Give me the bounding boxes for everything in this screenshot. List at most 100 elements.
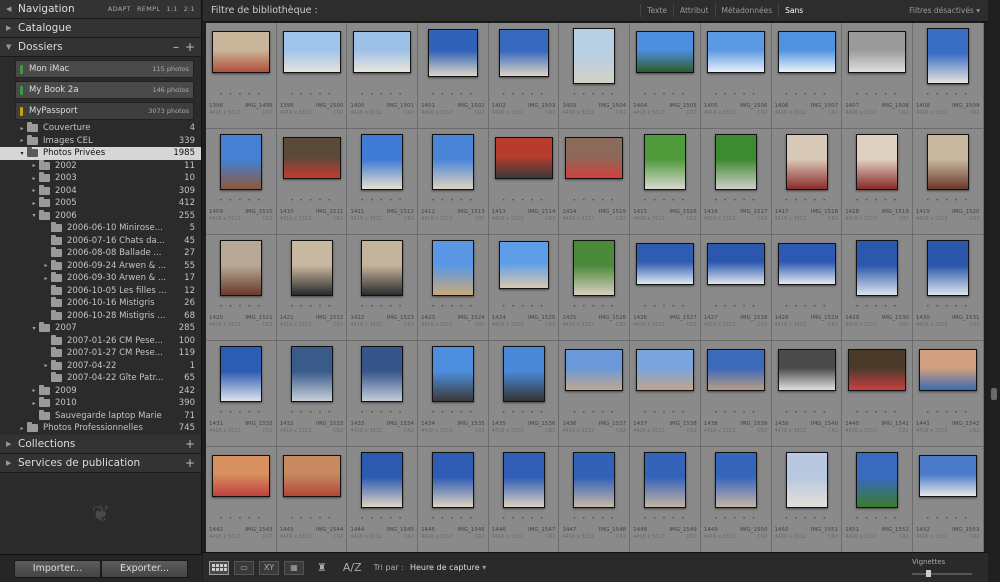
folder-row[interactable]: 2006-08-08 Ballade ... 27 xyxy=(0,247,201,260)
thumbnail-cell[interactable]: • • • • • 1449 IMG_1550 4416 x 3312 CR2 xyxy=(700,447,772,552)
navigator-header[interactable]: ◀ Navigation ADAPT REMPL 1:1 2:1 xyxy=(0,0,201,19)
collapse-arrow-icon[interactable]: ▼ xyxy=(6,43,18,51)
rating-stars[interactable]: • • • • • xyxy=(559,303,629,310)
thumbnail-cell[interactable]: • • • • • 1406 IMG_1507 4416 x 3312 CR2 xyxy=(771,23,843,129)
rating-stars[interactable]: • • • • • xyxy=(630,197,700,204)
thumbnail-cell[interactable]: • • • • • 1411 IMG_1512 4416 x 3312 CR2 xyxy=(347,129,419,235)
photo-thumbnail[interactable] xyxy=(282,137,341,179)
thumbnail-cell[interactable]: • • • • • 1407 IMG_1508 4416 x 3312 CR2 xyxy=(842,23,913,129)
thumbnail-cell[interactable]: • • • • • 1417 IMG_1518 4416 x 3312 CR2 xyxy=(771,129,843,235)
photo-thumbnail[interactable] xyxy=(777,31,836,73)
folder-disclosure-icon[interactable]: ▸ xyxy=(29,200,39,207)
rating-stars[interactable]: • • • • • xyxy=(206,409,276,416)
thumbnail-cell[interactable]: • • • • • 1400 IMG_1501 4416 x 3312 CR2 xyxy=(347,23,419,129)
photo-thumbnail[interactable] xyxy=(636,243,695,285)
folder-disclosure-icon[interactable]: ▾ xyxy=(29,325,39,332)
photo-thumbnail[interactable] xyxy=(777,349,836,391)
thumbnail-cell[interactable]: • • • • • 1439 IMG_1540 4416 x 3312 CR2 xyxy=(771,341,843,447)
folder-row[interactable]: ▸ Photos Professionnelles 745 xyxy=(0,422,201,435)
photo-thumbnail[interactable] xyxy=(926,28,969,84)
photo-thumbnail[interactable] xyxy=(353,31,412,73)
photo-thumbnail[interactable] xyxy=(785,134,828,190)
rating-stars[interactable]: • • • • • xyxy=(347,515,417,522)
folder-disclosure-icon[interactable]: ▸ xyxy=(41,275,51,282)
photo-thumbnail[interactable] xyxy=(282,455,341,497)
thumbnail-cell[interactable]: • • • • • 1410 IMG_1511 4416 x 3312 CR2 xyxy=(276,129,348,235)
rating-stars[interactable]: • • • • • xyxy=(347,303,417,310)
rating-stars[interactable]: • • • • • xyxy=(842,197,912,204)
rating-stars[interactable]: • • • • • xyxy=(489,303,559,310)
photo-thumbnail[interactable] xyxy=(918,455,977,497)
folder-disclosure-icon[interactable]: ▸ xyxy=(29,387,39,394)
folder-row[interactable]: ▸ 2006-09-30 Arwen & ... 17 xyxy=(0,272,201,285)
expand-arrow-icon[interactable]: ▶ xyxy=(6,459,18,467)
rating-stars[interactable]: • • • • • xyxy=(347,409,417,416)
rating-stars[interactable]: • • • • • xyxy=(489,197,559,204)
photo-thumbnail[interactable] xyxy=(220,346,262,402)
zoom-fill[interactable]: REMPL xyxy=(137,5,160,13)
grid-view-button[interactable] xyxy=(209,560,229,575)
thumbnail-cell[interactable]: • • • • • 1435 IMG_1536 4416 x 3312 CR2 xyxy=(488,341,560,447)
folder-row[interactable]: ▸ Images CEL 339 xyxy=(0,134,201,148)
rating-stars[interactable]: • • • • • xyxy=(559,515,629,522)
photo-thumbnail[interactable] xyxy=(856,134,899,190)
rating-stars[interactable]: • • • • • xyxy=(347,91,417,98)
folder-row[interactable]: 2006-06-10 Minirose... 5 xyxy=(0,222,201,235)
folder-row[interactable]: ▸ 2007-04-22 1 xyxy=(0,359,201,373)
folders-header[interactable]: ▼ Dossiers – + xyxy=(0,38,201,57)
rating-stars[interactable]: • • • • • xyxy=(277,303,347,310)
rating-stars[interactable]: • • • • • xyxy=(772,303,842,310)
thumbnail-cell[interactable]: • • • • • 1440 IMG_1541 4416 x 3312 CR2 xyxy=(842,341,913,447)
rating-stars[interactable]: • • • • • xyxy=(701,197,771,204)
rating-stars[interactable]: • • • • • xyxy=(913,197,983,204)
thumbnail-cell[interactable]: • • • • • 1423 IMG_1524 4416 x 3312 CR2 xyxy=(418,235,489,341)
sort-direction-icon[interactable]: A/Z xyxy=(343,561,362,574)
thumbnail-cell[interactable]: • • • • • 1401 IMG_1502 4416 x 3312 CR2 xyxy=(418,23,489,129)
folder-row[interactable]: 2006-10-05 Les filles ... 12 xyxy=(0,284,201,298)
grid-scrollbar[interactable] xyxy=(988,0,1000,582)
sort-dropdown[interactable]: Heure de capture xyxy=(410,563,486,572)
rating-stars[interactable]: • • • • • xyxy=(630,515,700,522)
photo-thumbnail[interactable] xyxy=(361,346,404,402)
photo-thumbnail[interactable] xyxy=(636,349,695,391)
rating-stars[interactable]: • • • • • xyxy=(418,515,488,522)
folder-row[interactable]: ▸ 2006-09-24 Arwen & ... 55 xyxy=(0,259,201,273)
catalog-header[interactable]: ▶ Catalogue xyxy=(0,19,201,38)
thumbnail-cell[interactable]: • • • • • 1436 IMG_1537 4416 x 3312 CR2 xyxy=(559,341,631,447)
thumbnail-cell[interactable]: • • • • • 1414 IMG_1515 4416 x 3312 CR2 xyxy=(559,129,631,235)
rating-stars[interactable]: • • • • • xyxy=(701,303,771,310)
add-folder-button[interactable]: + xyxy=(185,40,195,54)
photo-thumbnail[interactable] xyxy=(926,134,969,190)
thumbnail-cell[interactable]: • • • • • 1443 IMG_1544 4416 x 3312 CR2 xyxy=(276,447,348,552)
thumbnail-cell[interactable]: • • • • • 1416 IMG_1517 4416 x 3312 CR2 xyxy=(700,129,772,235)
rating-stars[interactable]: • • • • • xyxy=(347,197,417,204)
photo-thumbnail[interactable] xyxy=(212,455,270,497)
folder-row[interactable]: ▸ 2003 10 xyxy=(0,172,201,185)
folder-row[interactable]: ▸ 2009 242 xyxy=(0,384,201,398)
folder-row[interactable]: 2007-01-26 CM Pese... 100 xyxy=(0,334,201,348)
thumbnail-cell[interactable]: • • • • • 1447 IMG_1548 4416 x 3312 CR2 xyxy=(559,447,631,552)
thumbnail-cell[interactable]: • • • • • 1441 IMG_1542 4416 x 3312 CR2 xyxy=(912,341,984,447)
thumbnail-size-slider[interactable] xyxy=(912,572,972,575)
photo-thumbnail[interactable] xyxy=(573,28,616,84)
volume-my-book[interactable]: My Book 2a 146 photos xyxy=(15,81,194,99)
thumbnail-cell[interactable]: • • • • • 1444 IMG_1545 4416 x 3312 CR2 xyxy=(347,447,419,552)
thumbnail-cell[interactable]: • • • • • 1438 IMG_1539 4416 x 3312 CR2 xyxy=(700,341,772,447)
thumbnail-cell[interactable]: • • • • • 1430 IMG_1531 4416 x 3312 CR2 xyxy=(912,235,984,341)
thumbnail-cell[interactable]: • • • • • 1433 IMG_1534 4416 x 3312 CR2 xyxy=(347,341,419,447)
photo-thumbnail[interactable] xyxy=(856,452,899,508)
photo-thumbnail[interactable] xyxy=(432,240,475,296)
photo-thumbnail[interactable] xyxy=(706,243,765,285)
rating-stars[interactable]: • • • • • xyxy=(559,409,629,416)
thumbnail-cell[interactable]: • • • • • 1429 IMG_1530 4416 x 3312 CR2 xyxy=(842,235,913,341)
thumbnail-cell[interactable]: • • • • • 1432 IMG_1533 4416 x 3312 CR2 xyxy=(276,341,348,447)
thumbnail-cell[interactable]: • • • • • 1426 IMG_1527 4416 x 3312 CR2 xyxy=(630,235,701,341)
thumbnail-cell[interactable]: • • • • • 1425 IMG_1526 4416 x 3312 CR2 xyxy=(559,235,631,341)
photo-thumbnail[interactable] xyxy=(502,346,545,402)
add-collection-button[interactable]: + xyxy=(185,437,195,451)
zoom-fit[interactable]: ADAPT xyxy=(108,5,131,13)
rating-stars[interactable]: • • • • • xyxy=(630,91,700,98)
filter-metadata[interactable]: Métadonnées xyxy=(714,4,779,17)
rating-stars[interactable]: • • • • • xyxy=(418,197,488,204)
export-button[interactable]: Exporter... xyxy=(101,559,188,578)
